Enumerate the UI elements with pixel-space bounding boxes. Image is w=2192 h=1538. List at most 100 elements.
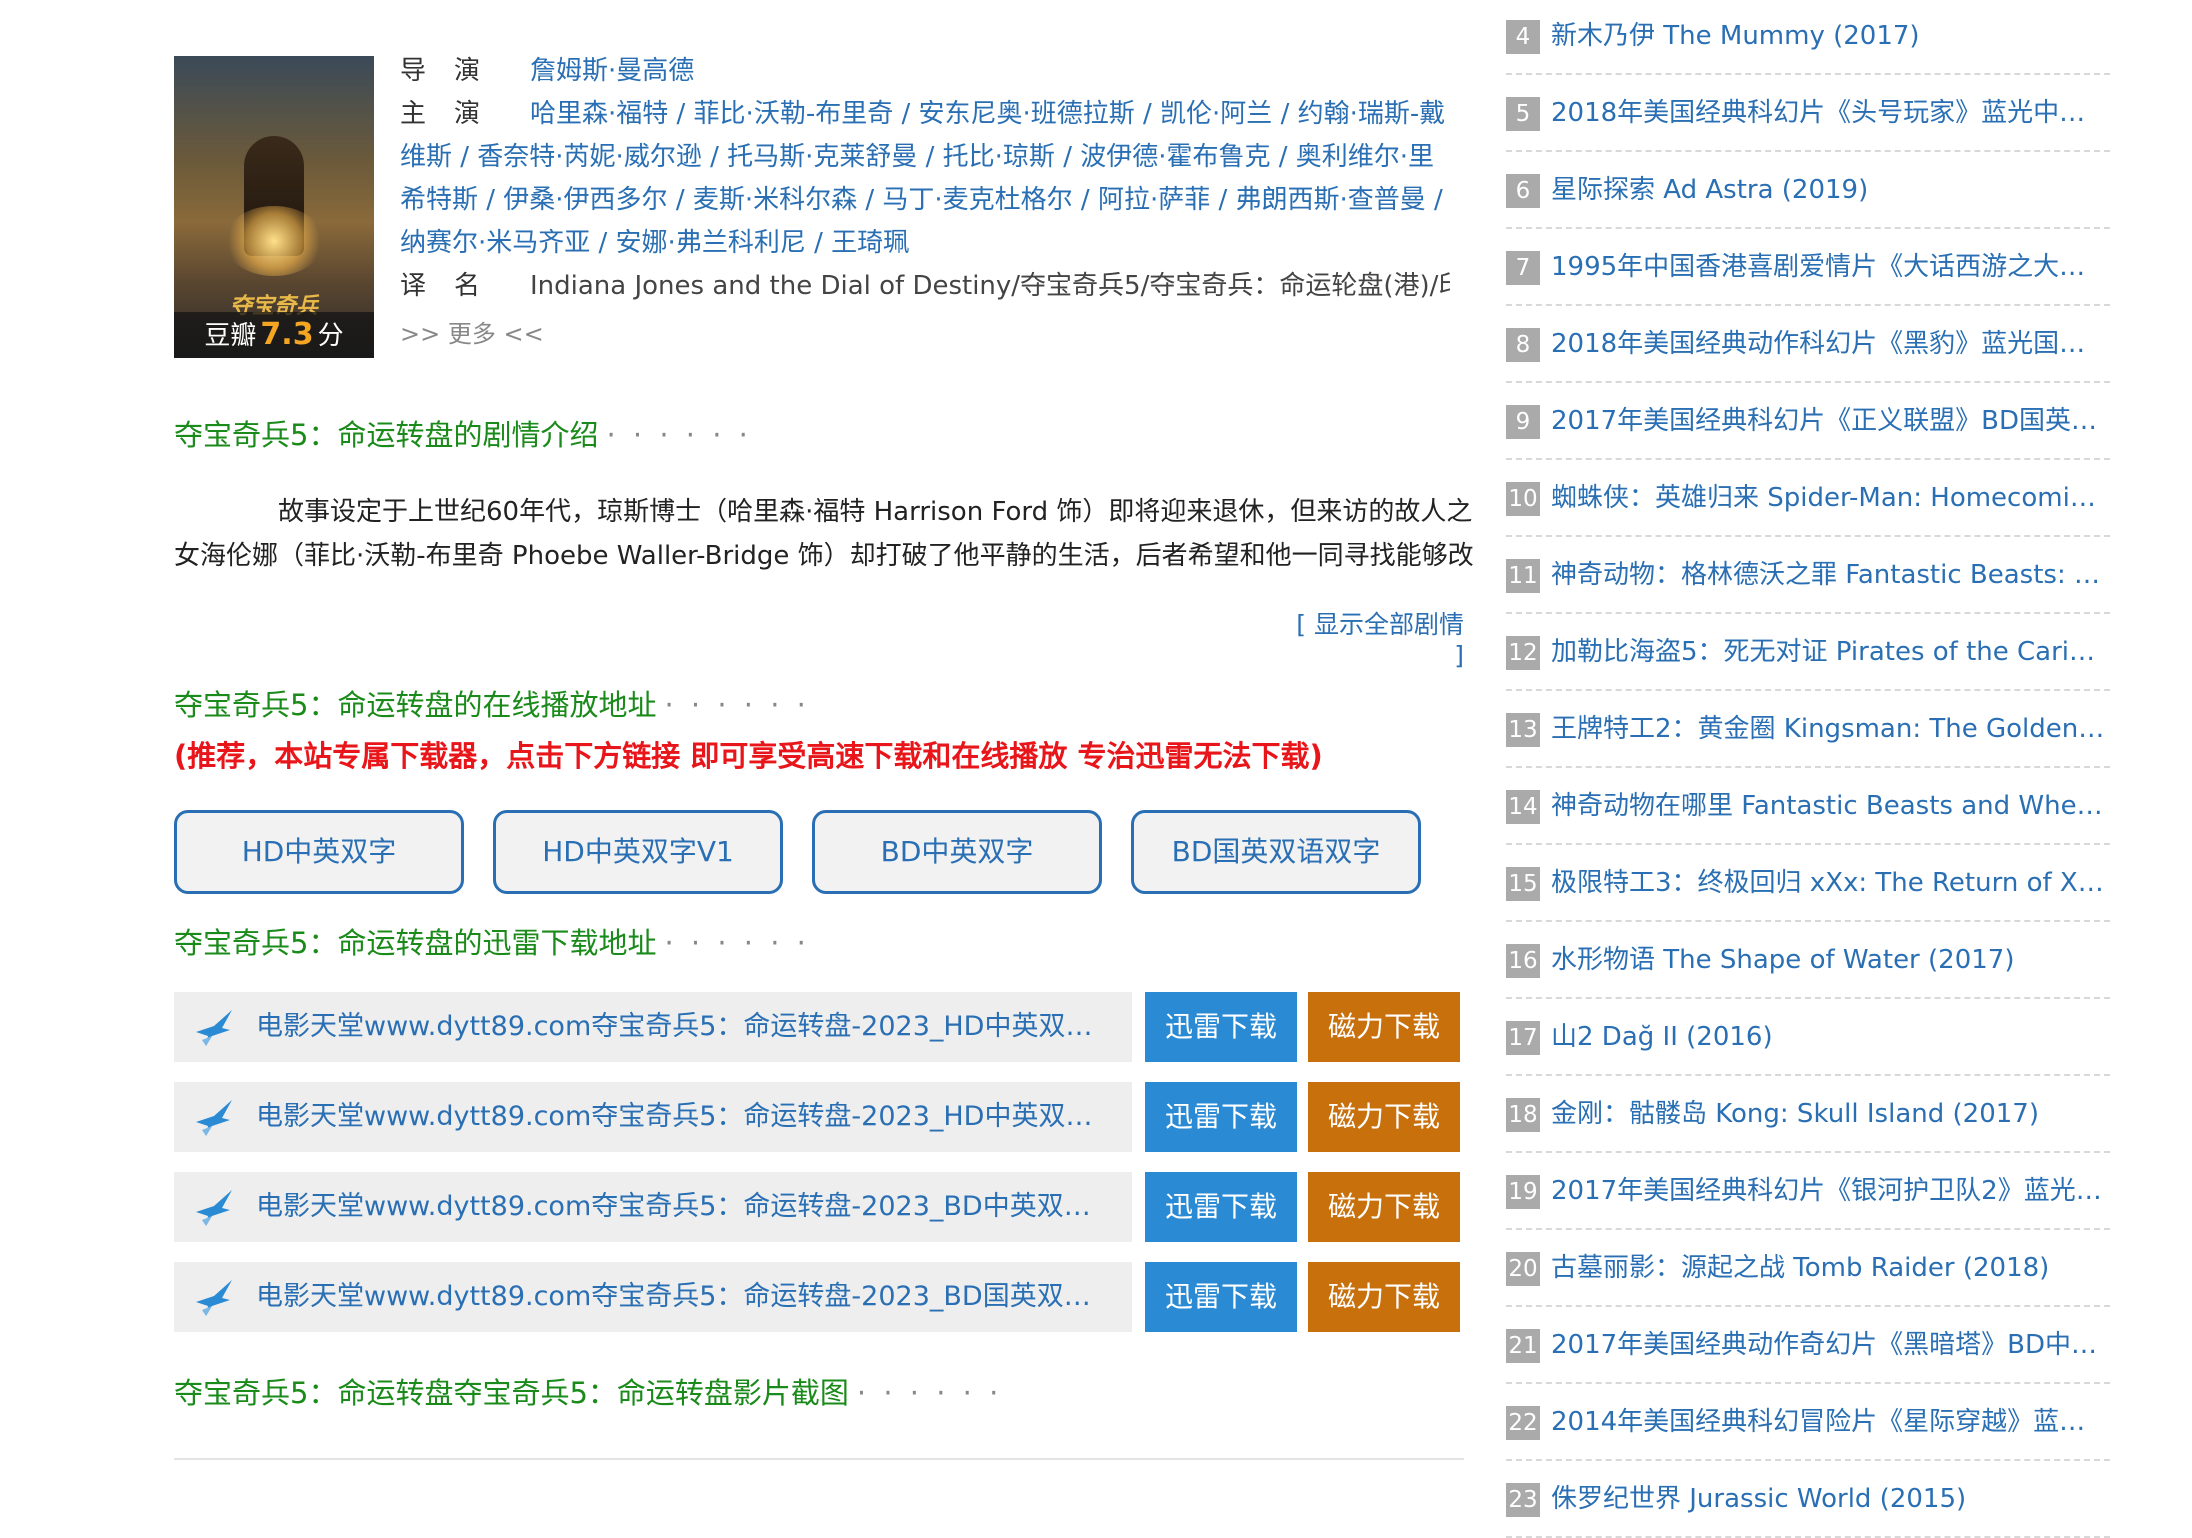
cast-row-4: 纳赛尔·米马齐亚 / 安娜·弗兰科利尼 / 王琦珮 xyxy=(400,222,1450,265)
sidebar-movie-link[interactable]: 侏罗纪世界 Jurassic World (2015) xyxy=(1551,1479,2106,1519)
aka-row: 译名 Indiana Jones and the Dial of Destiny/… xyxy=(400,265,1450,308)
sidebar-movie-link[interactable]: 加勒比海盗5：死无对证 Pirates of the Caribbean xyxy=(1551,632,2106,672)
show-full-plot-link[interactable]: [ 显示全部剧情 ] xyxy=(1280,605,1464,670)
rating-score: 7.3 xyxy=(260,317,314,352)
sidebar-movie-link[interactable]: 1995年中国香港喜剧爱情片《大话西游之大圣娶亲》 xyxy=(1551,247,2106,287)
download-row: 电影天堂www.dytt89.com夺宝奇兵5：命运转盘-2023_HD中英双字… xyxy=(174,992,1132,1062)
play-button-hd-v1[interactable]: HD中英双字V1 xyxy=(493,810,783,894)
rank-number: 17 xyxy=(1506,1021,1540,1055)
sidebar-item[interactable]: 18 金刚：骷髅岛 Kong: Skull Island (2017) xyxy=(1506,1076,2110,1153)
rank-number: 6 xyxy=(1506,174,1540,208)
sidebar-movie-link[interactable]: 2014年美国经典科幻冒险片《星际穿越》蓝光国英双语 xyxy=(1551,1402,2106,1442)
douban-rating: 豆瓣 7.3 分 xyxy=(174,312,374,358)
cast-line-1[interactable]: 哈里森·福特 / 菲比·沃勒-布里奇 / 安东尼奥·班德拉斯 / 凯伦·阿兰 /… xyxy=(530,99,1445,129)
thunder-title: 夺宝奇兵5：命运转盘的迅雷下载地址 xyxy=(174,926,657,960)
play-button-hd[interactable]: HD中英双字 xyxy=(174,810,464,894)
sidebar-item[interactable]: 10 蜘蛛侠：英雄归来 Spider-Man: Homecoming (2017) xyxy=(1506,460,2110,537)
rank-number: 18 xyxy=(1506,1098,1540,1132)
sidebar-movie-link[interactable]: 山2 Dağ II (2016) xyxy=(1551,1017,2106,1057)
sidebar-movie-link[interactable]: 2017年美国经典科幻片《正义联盟》BD国英双语 xyxy=(1551,401,2106,441)
sidebar-movie-link[interactable]: 金刚：骷髅岛 Kong: Skull Island (2017) xyxy=(1551,1094,2106,1134)
aka-label: 译名 xyxy=(400,271,509,301)
sidebar-item[interactable]: 7 1995年中国香港喜剧爱情片《大话西游之大圣娶亲》 xyxy=(1506,229,2110,306)
rank-number: 20 xyxy=(1506,1252,1540,1286)
download-link[interactable]: 电影天堂www.dytt89.com夺宝奇兵5：命运转盘-2023_BD国英双语… xyxy=(256,1262,1116,1332)
sidebar-movie-link[interactable]: 神奇动物在哪里 Fantastic Beasts and Where to Fi… xyxy=(1551,786,2106,826)
director-link[interactable]: 詹姆斯·曼高德 xyxy=(530,56,694,86)
downloader-notice[interactable]: (推荐，本站专属下载器，点击下方链接 即可享受高速下载和在线播放 专治迅雷无法下… xyxy=(174,733,1323,775)
magnet-download-button[interactable]: 磁力下载 xyxy=(1308,1172,1460,1242)
cast-row: 主演 哈里森·福特 / 菲比·沃勒-布里奇 / 安东尼奥·班德拉斯 / 凯伦·阿兰… xyxy=(400,93,1450,136)
rank-number: 11 xyxy=(1506,559,1540,593)
cast-label: 主演 xyxy=(400,99,509,129)
sidebar-item[interactable]: 8 2018年美国经典动作科幻片《黑豹》蓝光国英双语 xyxy=(1506,306,2110,383)
rank-number: 12 xyxy=(1506,636,1540,670)
rank-number: 21 xyxy=(1506,1329,1540,1363)
download-row: 电影天堂www.dytt89.com夺宝奇兵5：命运转盘-2023_BD中英双字… xyxy=(174,1172,1132,1242)
sidebar-movie-link[interactable]: 2018年美国经典动作科幻片《黑豹》蓝光国英双语 xyxy=(1551,324,2106,364)
plot-line-2: 女海伦娜（菲比·沃勒-布里奇 Phoebe Waller-Bridge 饰）却打… xyxy=(174,541,1474,571)
play-button-bd-dual[interactable]: BD国英双语双字 xyxy=(1131,810,1421,894)
movie-poster[interactable]: 夺宝奇兵 豆瓣 7.3 分 xyxy=(174,56,374,358)
sidebar-item[interactable]: 19 2017年美国经典科幻片《银河护卫队2》蓝光国英双语 xyxy=(1506,1153,2110,1230)
sidebar-item[interactable]: 22 2014年美国经典科幻冒险片《星际穿越》蓝光国英双语 xyxy=(1506,1384,2110,1461)
download-link[interactable]: 电影天堂www.dytt89.com夺宝奇兵5：命运转盘-2023_HD中英双字… xyxy=(256,992,1116,1062)
cast-line-4[interactable]: 纳赛尔·米马齐亚 / 安娜·弗兰科利尼 / 王琦珮 xyxy=(400,228,909,258)
sidebar-item[interactable]: 4 新木乃伊 The Mummy (2017) xyxy=(1506,0,2110,75)
magnet-download-button[interactable]: 磁力下载 xyxy=(1308,1082,1460,1152)
sidebar-item[interactable]: 13 王牌特工2：黄金圈 Kingsman: The Golden Circle xyxy=(1506,691,2110,768)
rank-number: 9 xyxy=(1506,405,1540,439)
play-button-bd[interactable]: BD中英双字 xyxy=(812,810,1102,894)
sidebar-item[interactable]: 12 加勒比海盗5：死无对证 Pirates of the Caribbean xyxy=(1506,614,2110,691)
sidebar-movie-link[interactable]: 2018年美国经典科幻片《头号玩家》蓝光中英双字 xyxy=(1551,93,2106,133)
xunlei-download-button[interactable]: 迅雷下载 xyxy=(1145,1172,1297,1242)
rank-number: 8 xyxy=(1506,328,1540,362)
rank-number: 13 xyxy=(1506,713,1540,747)
rating-suffix: 分 xyxy=(317,321,344,351)
sidebar-movie-link[interactable]: 极限特工3：终极回归 xXx: The Return of Xander Cag… xyxy=(1551,863,2106,903)
sidebar-item[interactable]: 15 极限特工3：终极回归 xXx: The Return of Xander C… xyxy=(1506,845,2110,922)
magnet-download-button[interactable]: 磁力下载 xyxy=(1308,992,1460,1062)
sidebar-movie-link[interactable]: 古墓丽影：源起之战 Tomb Raider (2018) xyxy=(1551,1248,2106,1288)
rating-prefix: 豆瓣 xyxy=(204,321,257,351)
sidebar-movie-link[interactable]: 2017年美国经典科幻片《银河护卫队2》蓝光国英双语 xyxy=(1551,1171,2106,1211)
download-row: 电影天堂www.dytt89.com夺宝奇兵5：命运转盘-2023_BD国英双语… xyxy=(174,1262,1132,1332)
cast-row-3: 希特斯 / 伊桑·伊西多尔 / 麦斯·米科尔森 / 马丁·麦克杜格尔 / 阿拉·… xyxy=(400,179,1450,222)
rank-number: 7 xyxy=(1506,251,1540,285)
magnet-download-button[interactable]: 磁力下载 xyxy=(1308,1262,1460,1332)
sidebar-item[interactable]: 20 古墓丽影：源起之战 Tomb Raider (2018) xyxy=(1506,1230,2110,1307)
sidebar-item[interactable]: 11 神奇动物：格林德沃之罪 Fantastic Beasts: The Crim… xyxy=(1506,537,2110,614)
sidebar-item[interactable]: 9 2017年美国经典科幻片《正义联盟》BD国英双语 xyxy=(1506,383,2110,460)
cast-line-3[interactable]: 希特斯 / 伊桑·伊西多尔 / 麦斯·米科尔森 / 马丁·麦克杜格尔 / 阿拉·… xyxy=(400,185,1443,215)
xunlei-download-button[interactable]: 迅雷下载 xyxy=(1145,1262,1297,1332)
sidebar-item[interactable]: 14 神奇动物在哪里 Fantastic Beasts and Where to … xyxy=(1506,768,2110,845)
sidebar-movie-link[interactable]: 水形物语 The Shape of Water (2017) xyxy=(1551,940,2106,980)
download-link[interactable]: 电影天堂www.dytt89.com夺宝奇兵5：命运转盘-2023_BD中英双字… xyxy=(256,1172,1116,1242)
sidebar-item[interactable]: 21 2017年美国经典动作奇幻片《黑暗塔》BD中英双字 xyxy=(1506,1307,2110,1384)
rank-number: 22 xyxy=(1506,1406,1540,1440)
cast-line-2[interactable]: 维斯 / 香奈特·芮妮·威尔逊 / 托马斯·克莱舒曼 / 托比·琼斯 / 波伊德… xyxy=(400,142,1434,172)
more-link[interactable]: >> 更多 << xyxy=(400,313,1450,356)
sidebar-item[interactable]: 23 侏罗纪世界 Jurassic World (2015) xyxy=(1506,1461,2110,1538)
thunder-bird-icon xyxy=(196,1190,232,1226)
sidebar-item[interactable]: 16 水形物语 The Shape of Water (2017) xyxy=(1506,922,2110,999)
sidebar-item[interactable]: 17 山2 Dağ II (2016) xyxy=(1506,999,2110,1076)
sidebar-movie-link[interactable]: 星际探索 Ad Astra (2019) xyxy=(1551,170,2106,210)
sidebar-movie-link[interactable]: 王牌特工2：黄金圈 Kingsman: The Golden Circle xyxy=(1551,709,2106,749)
sidebar-item[interactable]: 5 2018年美国经典科幻片《头号玩家》蓝光中英双字 xyxy=(1506,75,2110,152)
download-link[interactable]: 电影天堂www.dytt89.com夺宝奇兵5：命运转盘-2023_HD中英双字… xyxy=(256,1082,1116,1152)
sidebar-item[interactable]: 6 星际探索 Ad Astra (2019) xyxy=(1506,152,2110,229)
download-row: 电影天堂www.dytt89.com夺宝奇兵5：命运转盘-2023_HD中英双字… xyxy=(174,1082,1132,1152)
rank-number: 10 xyxy=(1506,482,1540,516)
poster-glow xyxy=(224,206,324,276)
xunlei-download-button[interactable]: 迅雷下载 xyxy=(1145,992,1297,1062)
plot-title: 夺宝奇兵5：命运转盘的剧情介绍 xyxy=(174,418,599,452)
sidebar-movie-link[interactable]: 神奇动物：格林德沃之罪 Fantastic Beasts: The Crimes xyxy=(1551,555,2106,595)
aka-value: Indiana Jones and the Dial of Destiny/夺宝… xyxy=(530,271,1450,301)
sidebar-movie-link[interactable]: 2017年美国经典动作奇幻片《黑暗塔》BD中英双字 xyxy=(1551,1325,2106,1365)
xunlei-download-button[interactable]: 迅雷下载 xyxy=(1145,1082,1297,1152)
sidebar-movie-link[interactable]: 新木乃伊 The Mummy (2017) xyxy=(1551,16,2106,56)
online-section-title: 夺宝奇兵5：命运转盘的在线播放地址 · · · · · · xyxy=(174,682,810,724)
rank-number: 16 xyxy=(1506,944,1540,978)
sidebar-movie-link[interactable]: 蜘蛛侠：英雄归来 Spider-Man: Homecoming (2017) xyxy=(1551,478,2106,518)
